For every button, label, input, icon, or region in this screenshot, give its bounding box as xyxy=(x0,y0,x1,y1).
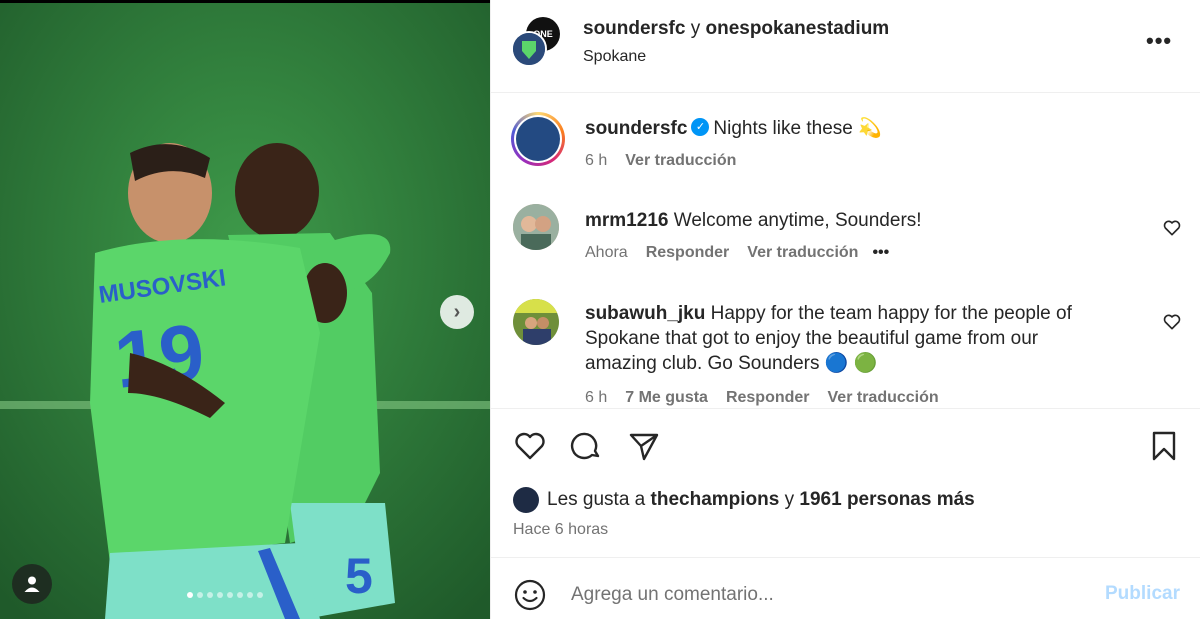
likes-conjunction: y xyxy=(784,489,795,510)
share-send-icon[interactable] xyxy=(627,429,661,463)
caption-username[interactable]: soundersfc xyxy=(585,118,687,139)
comment-text: mrm1216 Welcome anytime, Sounders! xyxy=(585,208,1105,233)
comment-meta: 6 h 7 Me gusta Responder Ver traducción xyxy=(585,389,939,407)
comment-body-line-3: amazing club. Go Sounders 🔵 🟢 xyxy=(585,353,878,374)
sounders-crest-icon xyxy=(513,33,545,65)
caption-meta: 6 h Ver traducción xyxy=(585,152,736,170)
comment-username[interactable]: mrm1216 xyxy=(585,210,668,231)
verified-badge-icon: ✓ xyxy=(691,118,710,137)
avatar-photo xyxy=(513,204,559,250)
tagged-users-button[interactable] xyxy=(12,564,52,604)
likes-summary[interactable]: Les gusta a thechampions y 1961 personas… xyxy=(513,487,975,513)
user-icon xyxy=(24,576,40,592)
carousel-dot xyxy=(187,592,193,598)
comment-options-button[interactable]: ••• xyxy=(872,244,889,262)
post-location[interactable]: Spokane xyxy=(583,48,646,66)
comment-time[interactable]: 6 h xyxy=(585,389,607,407)
post-actions: Les gusta a thechampions y 1961 personas… xyxy=(491,408,1200,558)
comment-meta: Ahora Responder Ver traducción ••• xyxy=(585,244,889,262)
comment-composer: Publicar xyxy=(491,558,1200,619)
carousel-dot xyxy=(207,592,213,598)
jersey-number-back: 5 xyxy=(345,548,373,604)
carousel-dot xyxy=(217,592,223,598)
likes-prefix: Les gusta a xyxy=(547,489,646,510)
translate-link[interactable]: Ver traducción xyxy=(747,244,858,262)
likes-first-user[interactable]: thechampions xyxy=(651,489,780,511)
comment-time[interactable]: Ahora xyxy=(585,244,628,262)
post-authors: soundersfc y onespokanestadium xyxy=(583,18,889,40)
heart-icon[interactable] xyxy=(1162,218,1182,238)
publish-button[interactable]: Publicar xyxy=(1105,583,1180,605)
collab-avatars[interactable]: ONE xyxy=(511,17,561,67)
caption-avatar[interactable] xyxy=(511,112,565,166)
post-details-panel: ONE soundersfc y onespokanestadium Spoka… xyxy=(490,0,1200,619)
post-photo: 5 MUSOVSKI 19 xyxy=(0,3,490,619)
post-header: ONE soundersfc y onespokanestadium Spoka… xyxy=(491,0,1200,93)
comment-username[interactable]: subawuh_jku xyxy=(585,303,705,324)
more-horizontal-icon: ••• xyxy=(1146,28,1173,53)
reply-button[interactable]: Responder xyxy=(726,389,810,407)
author-username[interactable]: soundersfc xyxy=(583,18,685,39)
likes-others-count[interactable]: 1961 personas más xyxy=(799,489,974,511)
post-timestamp[interactable]: Hace 6 horas xyxy=(513,521,608,539)
author-avatar[interactable] xyxy=(511,31,547,67)
comment-body: Welcome anytime, Sounders! xyxy=(673,210,922,231)
caption-translate-link[interactable]: Ver traducción xyxy=(625,152,736,170)
comment-icon[interactable] xyxy=(570,429,604,463)
comment-text: subawuh_jku Happy for the team happy for… xyxy=(585,301,1105,376)
carousel-next-button[interactable]: › xyxy=(440,295,474,329)
comment-avatar[interactable] xyxy=(513,299,559,345)
translate-link[interactable]: Ver traducción xyxy=(828,389,939,407)
carousel-indicator xyxy=(187,592,263,598)
comment-body-line-2: Spokane that got to enjoy the beautiful … xyxy=(585,328,1039,349)
like-heart-icon[interactable] xyxy=(513,429,547,463)
carousel-dot xyxy=(247,592,253,598)
more-options-button[interactable]: ••• xyxy=(1146,28,1172,54)
comment-input[interactable] xyxy=(571,580,1051,610)
comment-body-line-1: Happy for the team happy for the people … xyxy=(710,303,1072,324)
carousel-dot xyxy=(237,592,243,598)
avatar-photo xyxy=(513,299,559,345)
comment-avatar[interactable] xyxy=(513,204,559,250)
bookmark-icon[interactable] xyxy=(1147,429,1181,463)
comments-section[interactable]: soundersfc ✓ Nights like these 💫 6 h Ver t… xyxy=(491,94,1200,408)
comment-likes-count[interactable]: 7 Me gusta xyxy=(625,389,708,407)
caption-text: soundersfc ✓ Nights like these 💫 xyxy=(585,116,1105,141)
carousel-dot xyxy=(257,592,263,598)
carousel-dot xyxy=(227,592,233,598)
chevron-right-icon: › xyxy=(453,300,461,323)
dizzy-emoji-icon: 💫 xyxy=(858,118,882,139)
emoji-icon[interactable] xyxy=(513,578,547,612)
carousel-dot xyxy=(197,592,203,598)
collaborator-username[interactable]: onespokanestadium xyxy=(705,18,889,39)
heart-icon[interactable] xyxy=(1162,312,1182,332)
caption-time[interactable]: 6 h xyxy=(585,152,607,170)
sounders-crest-icon xyxy=(516,117,560,161)
caption-body: Nights like these xyxy=(713,118,853,139)
liker-avatar[interactable] xyxy=(513,487,539,513)
reply-button[interactable]: Responder xyxy=(646,244,730,262)
post-media[interactable]: 5 MUSOVSKI 19 › xyxy=(0,0,490,619)
authors-conjunction: y xyxy=(690,18,701,39)
